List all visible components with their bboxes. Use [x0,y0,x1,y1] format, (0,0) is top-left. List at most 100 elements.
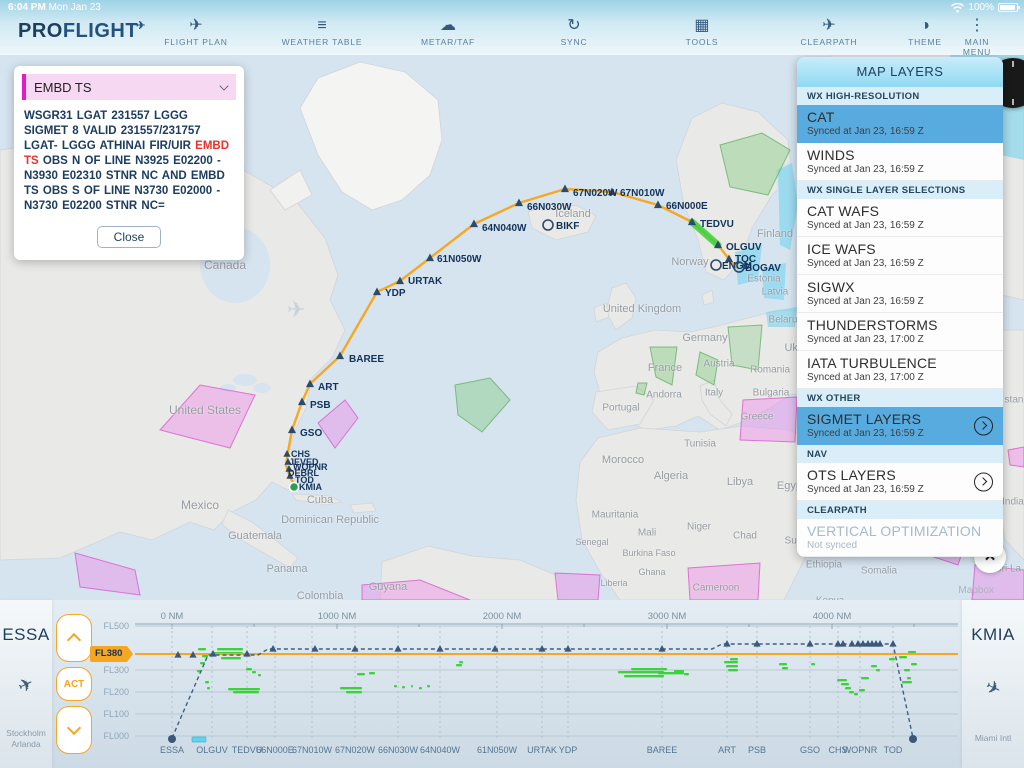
destination-city: Miami Intl [962,733,1024,744]
country-label: Ethiopia [806,560,842,571]
country-label: Burkina Faso [622,548,675,558]
country-label: France [648,362,682,374]
selected-flight-level-badge[interactable]: FL380 [90,646,133,662]
chevron-up-icon [67,633,81,647]
nav-item-weather-table[interactable]: ≡WEATHER TABLE [282,17,363,47]
svg-text:66N000E: 66N000E [256,745,294,755]
layer-name: IATA TURBULENCE [807,355,993,371]
origin-city: StockholmArlanda [0,728,52,750]
layer-item-ots-layers[interactable]: OTS LAYERSSynced at Jan 23, 16:59 Z [797,463,1003,501]
country-label: Liberia [600,578,627,588]
sigmet-text-before: WSGR31 LGAT 231557 LGGG SIGMET 8 VALID 2… [24,110,201,152]
svg-text:ART: ART [318,382,339,393]
nav-item-label: MAIN MENU [954,37,1001,57]
svg-text:BAREE: BAREE [349,354,384,365]
svg-text:3000 NM: 3000 NM [648,611,687,622]
layer-item-sigmet-layers[interactable]: SIGMET LAYERSSynced at Jan 23, 16:59 Z [797,407,1003,445]
nav-item-sync[interactable]: ↻SYNC [561,17,588,47]
svg-text:BIKF: BIKF [556,221,579,232]
country-label: Finland [757,228,793,240]
origin-code: ESSA [0,625,52,645]
svg-text:TEDVU: TEDVU [700,219,734,230]
country-label: Niger [687,522,711,533]
country-label: India [1002,497,1024,508]
svg-text:GSO: GSO [800,745,820,755]
svg-text:64N040W: 64N040W [420,745,461,755]
svg-text:TOD: TOD [884,745,903,755]
sigmet-message: WSGR31 LGAT 231557 LGGG SIGMET 8 VALID 2… [22,109,236,214]
svg-text:PSB: PSB [748,745,766,755]
layer-sync-status: Synced at Jan 23, 16:59 Z [807,220,993,231]
nav-item-main-menu[interactable]: ⋮MAIN MENU [954,17,1001,57]
proflight-logo[interactable]: PROFLIGHT✈ [18,20,148,43]
country-label: Mali [638,528,656,539]
svg-text:OLGUV: OLGUV [196,745,228,755]
svg-text:0 NM: 0 NM [161,611,184,622]
country-label: Dominican Republic [281,514,379,526]
country-label: Chad [733,531,757,542]
country-label: Tunisia [684,439,716,450]
country-label: Italy [705,388,723,399]
layers-section-header: CLEARPATH [797,501,1003,519]
nav-item-theme[interactable]: ◑ THEME [908,17,942,47]
layer-item-winds[interactable]: WINDSSynced at Jan 23, 16:59 Z [797,143,1003,181]
nav-item-metar-taf[interactable]: ☁METAR/TAF [421,17,475,47]
chevron-down-icon [67,721,81,735]
layer-sync-status: Synced at Jan 23, 17:00 Z [807,372,993,383]
layer-item-thunderstorms[interactable]: THUNDERSTORMSSynced at Jan 23, 17:00 Z [797,313,1003,351]
country-label: Cameroon [693,583,740,594]
profile-chart[interactable]: FL500FL300FL200FL100FL0000 NM1000 NM2000… [0,600,1024,768]
svg-text:ESSA: ESSA [160,745,184,755]
country-label: Norway [671,256,708,268]
layer-item-cat-wafs[interactable]: CAT WAFSSynced at Jan 23, 16:59 Z [797,199,1003,237]
country-label: Cuba [307,494,333,506]
layers-section-header: WX HIGH-RESOLUTION [797,87,1003,105]
altitude-down-button[interactable] [56,706,92,754]
country-label: Portugal [602,403,639,414]
layer-name: CAT [807,109,993,125]
layers-section-header: WX OTHER [797,389,1003,407]
svg-text:64N040W: 64N040W [482,223,527,234]
nav-item-flight-plan[interactable]: ✈FLIGHT PLAN [164,17,227,47]
map-layers-title: MAP LAYERS [797,57,1003,87]
svg-text:1000 NM: 1000 NM [318,611,357,622]
country-label: Romania [750,365,790,376]
country-label: Algeria [654,470,688,482]
sigmet-popup: EMBD TS WSGR31 LGAT 231557 LGGG SIGMET 8… [14,66,244,260]
country-label: Austria [703,359,734,370]
country-label: Somalia [861,566,897,577]
chevron-right-circle-icon[interactable] [974,416,993,435]
country-label: Guatemala [228,530,282,542]
sigmet-text-after: OBS N OF LINE N3925 E02200 - N3930 E0231… [24,155,225,212]
country-label: Estonia [747,274,780,285]
origin-panel: ESSA ✈ StockholmArlanda [0,600,52,768]
status-time: 6:04 PM [8,2,46,13]
chevron-right-circle-icon[interactable] [974,472,993,491]
country-label: Libya [727,476,753,488]
layer-item-vertical-optimization[interactable]: VERTICAL OPTIMIZATIONNot synced [797,519,1003,557]
nav-item-label: THEME [908,37,942,47]
country-label: Kenya [816,596,844,601]
nav-item-clearpath[interactable]: ✈CLEARPATH [801,17,858,47]
layer-item-iata-turbulence[interactable]: IATA TURBULENCESynced at Jan 23, 17:00 Z [797,351,1003,389]
svg-text:61N050W: 61N050W [477,745,518,755]
destination-code: KMIA [962,625,1024,645]
layer-item-ice-wafs[interactable]: ICE WAFSSynced at Jan 23, 16:59 Z [797,237,1003,275]
act-button[interactable]: ACT [56,667,92,701]
map-layers-list: WX HIGH-RESOLUTIONCATSynced at Jan 23, 1… [797,87,1003,557]
nav-item-tools[interactable]: ▦TOOLS [686,17,719,47]
departure-icon: ✈ [0,665,54,706]
layer-item-cat[interactable]: CATSynced at Jan 23, 16:59 Z [797,105,1003,143]
altitude-up-button[interactable] [56,614,92,662]
plane-icon: ✈ [801,17,858,34]
sigmet-close-button[interactable]: Close [97,226,162,248]
svg-text:67N020W: 67N020W [573,188,618,199]
sigmet-type-dropdown[interactable]: EMBD TS [22,74,236,100]
status-indicators: 100% [951,2,1018,13]
contrast-icon: ◑ [908,17,942,34]
sigmet-type-value: EMBD TS [34,80,92,95]
top-navigation-bar: 6:04 PM Mon Jan 23 100% PROFLIGHT✈ ✈FLIG… [0,0,1024,55]
layer-item-sigwx[interactable]: SIGWXSynced at Jan 23, 16:59 Z [797,275,1003,313]
svg-text:FL000: FL000 [103,731,129,741]
layer-name: SIGWX [807,279,993,295]
